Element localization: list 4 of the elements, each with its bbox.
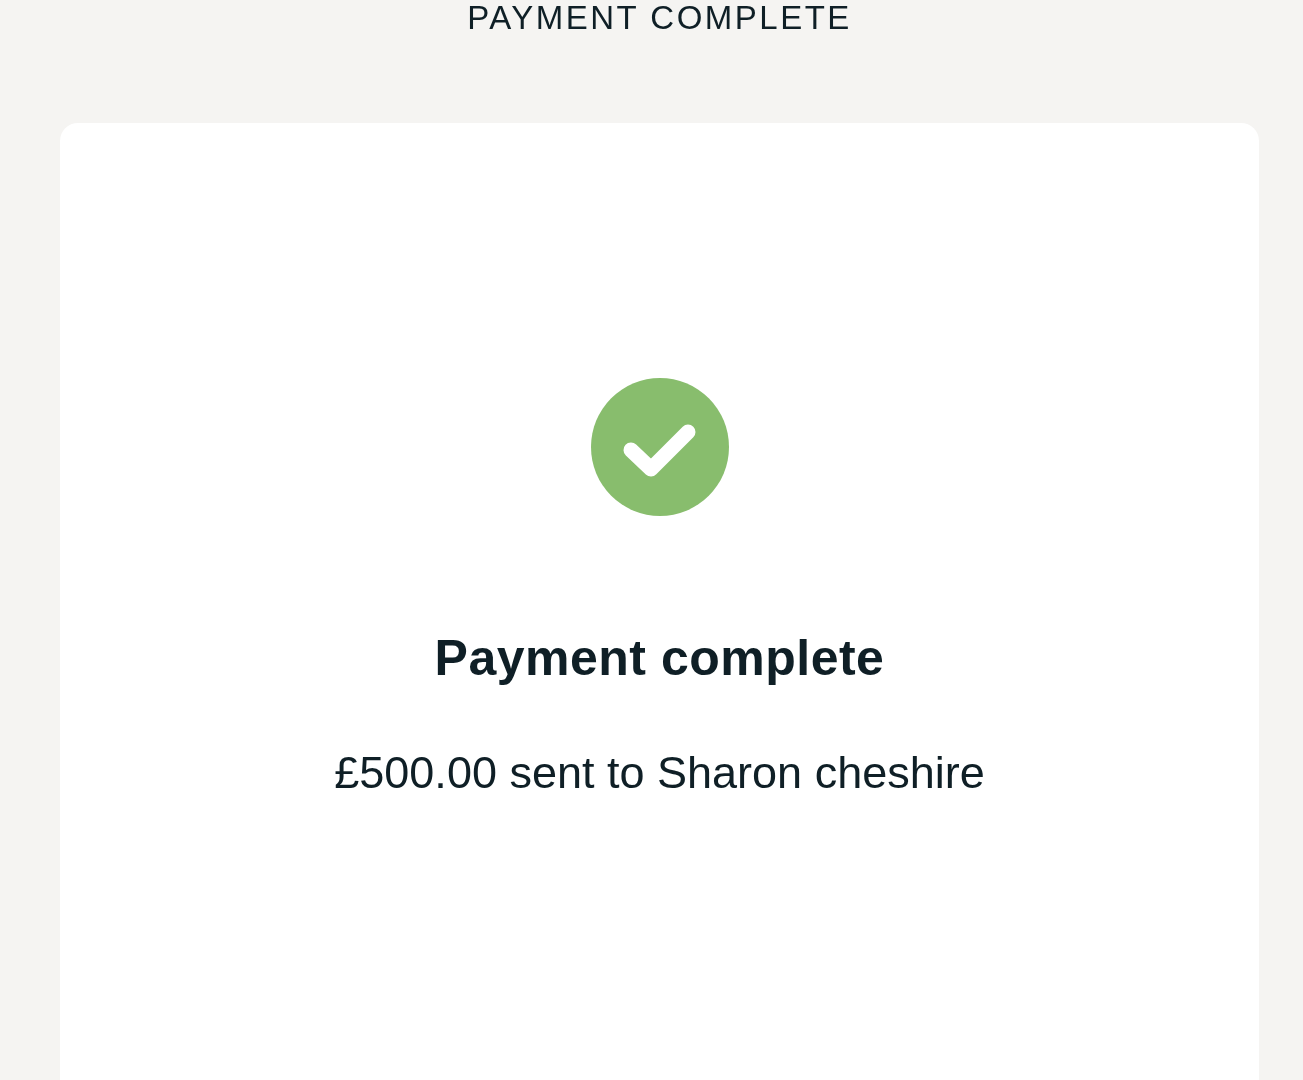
- page-title: PAYMENT COMPLETE: [467, 0, 852, 37]
- success-heading: Payment complete: [434, 629, 885, 688]
- payment-message: £500.00 sent to Sharon cheshire: [334, 746, 985, 800]
- check-circle-icon: [590, 378, 729, 516]
